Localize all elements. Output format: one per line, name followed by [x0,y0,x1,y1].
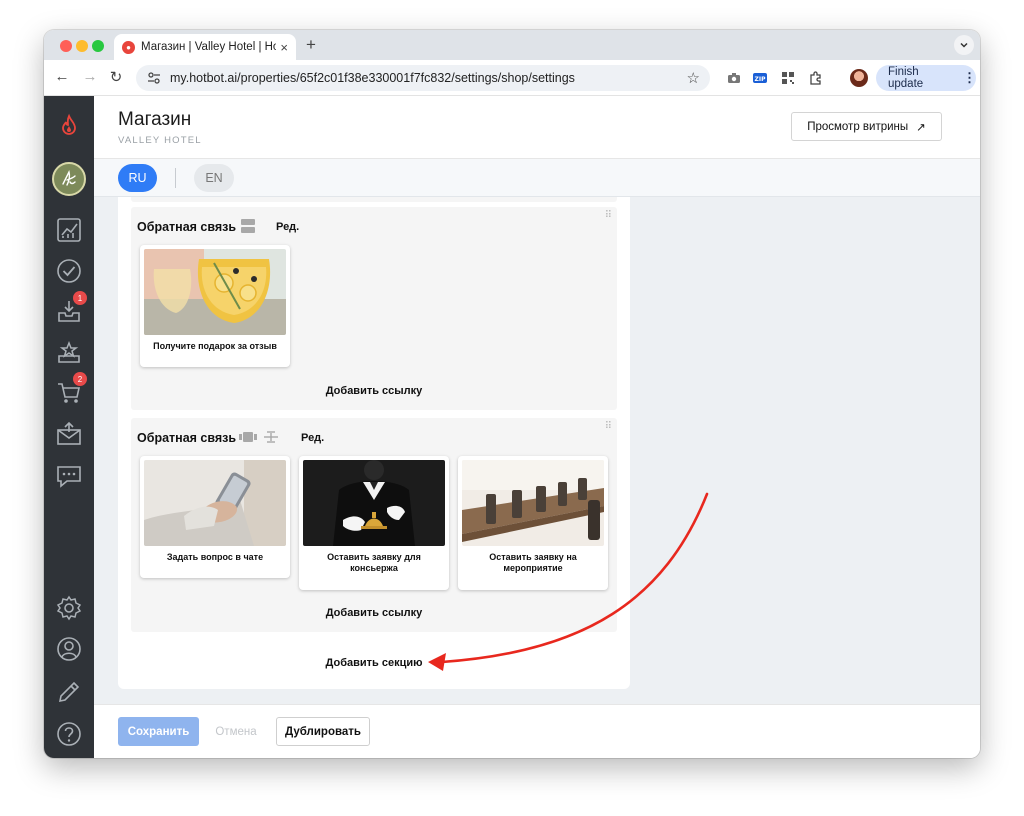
url-text: my.hotbot.ai/properties/65f2c01f38e33000… [170,71,575,85]
zip-extension-icon[interactable]: ZIP [752,70,768,86]
footer-bar: Сохранить Отмена Дублировать [94,704,980,758]
layout-carousel-icon[interactable] [239,429,257,445]
link-card[interactable]: Получите подарок за отзыв [140,245,290,367]
page-title: Магазин [118,109,192,130]
previous-section-edge [131,197,617,202]
qr-code-icon[interactable] [780,70,796,86]
hotbot-favicon-icon: ● [122,40,135,54]
link-card[interactable]: Оставить заявку на мероприятие [458,456,608,590]
profile-avatar[interactable] [850,69,868,87]
section-title: Обратная связь [137,431,237,445]
main-area: Магазин VALLEY HOTEL Просмотр витрины ↗ … [94,96,980,758]
analytics-chart-icon[interactable] [55,216,83,244]
browser-toolbar: ← → ↻ my.hotbot.ai/properties/65f2c01f38… [44,60,980,96]
inbox-badge: 1 [73,291,87,305]
reload-icon[interactable]: ↻ [106,68,126,86]
shop-editor: ⠿ Обратная связь Ред. Получите подарок з… [118,197,630,689]
card-label: Получите подарок за отзыв [153,341,277,351]
camera-icon[interactable] [726,70,742,86]
browser-window: ● Магазин | Valley Hotel | Hotbot × + ← … [44,30,980,758]
tab-title: Магазин | Valley Hotel | Hotbot [141,41,277,53]
app: 1 2 Магазин VALLEY HOTEL Просмотр витрин… [44,96,980,758]
add-link-button[interactable]: Добавить ссылку [131,607,617,619]
language-tab-en[interactable]: EN [194,164,234,192]
settings-gear-icon[interactable] [55,594,83,622]
browser-tab[interactable]: ● Магазин | Valley Hotel | Hotbot × [114,34,296,60]
tasks-check-icon[interactable] [55,257,83,285]
sidebar-item-shop[interactable]: 2 [44,372,94,412]
link-card[interactable]: Задать вопрос в чате [140,456,290,578]
pencil-edit-icon[interactable] [55,678,83,706]
back-arrow-icon[interactable]: ← [52,68,72,85]
section-edit-button[interactable]: Ред. [276,221,299,233]
close-window-button[interactable] [60,40,72,52]
minimize-window-button[interactable] [76,40,88,52]
cancel-button[interactable]: Отмена [206,717,266,746]
link-card[interactable]: Оставить заявку для консьержа [299,456,449,590]
extensions-puzzle-icon[interactable] [808,70,824,86]
cart-badge: 2 [73,372,87,386]
card-label: Задать вопрос в чате [166,552,264,562]
new-tab-button[interactable]: + [306,35,316,55]
drag-handle-icon[interactable]: ⠿ [605,211,612,221]
add-section-button[interactable]: Добавить секцию [118,657,630,669]
mail-send-icon[interactable] [55,420,83,448]
help-question-icon[interactable] [55,720,83,748]
card-label: Оставить заявку для консьержа [327,552,421,573]
flame-logo-icon[interactable] [55,112,83,140]
section-feedback-1: ⠿ Обратная связь Ред. Получите подарок з… [131,207,617,410]
phone-chat-image [144,460,286,546]
site-settings-icon[interactable] [146,70,162,86]
add-link-button[interactable]: Добавить ссылку [131,385,617,397]
signature-icon [62,169,76,186]
language-bar: RU EN [94,159,980,197]
preview-label: Просмотр витрины [807,120,909,133]
section-feedback-2: ⠿ Обратная связь Ред. Задать вопрос в ча… [131,418,617,632]
external-link-icon: ↗ [916,121,926,134]
language-tab-ru[interactable]: RU [118,164,157,192]
tab-search-button[interactable] [954,35,974,55]
language-divider [175,168,176,188]
card-label: Оставить заявку на мероприятие [489,552,577,573]
preview-storefront-button[interactable]: Просмотр витрины ↗ [791,112,942,141]
conference-room-image [462,460,604,546]
layout-rows-icon[interactable] [240,218,256,234]
zip-label: ZIP [755,76,767,83]
finish-update-button[interactable]: Finish update ⋮ [876,65,976,91]
user-profile-icon[interactable] [55,635,83,663]
save-button[interactable]: Сохранить [118,717,199,746]
maximize-window-button[interactable] [92,40,104,52]
more-menu-icon: ⋮ [963,70,976,85]
tab-close-icon[interactable]: × [280,40,288,55]
page-subtitle: VALLEY HOTEL [118,135,202,146]
page-header: Магазин VALLEY HOTEL Просмотр витрины ↗ [94,96,980,159]
chat-bubble-icon[interactable] [55,462,83,490]
reviews-star-icon[interactable] [55,338,83,366]
layout-divider-icon[interactable] [263,429,279,445]
concierge-image [303,460,445,546]
section-title: Обратная связь [137,220,237,234]
tab-strip: ● Магазин | Valley Hotel | Hotbot × + [44,30,980,60]
sidebar-item-inbox[interactable]: 1 [44,291,94,331]
drinks-image [144,249,286,335]
property-avatar[interactable] [52,162,86,196]
duplicate-button[interactable]: Дублировать [276,717,370,746]
finish-update-label: Finish update [888,66,924,90]
address-bar[interactable]: my.hotbot.ai/properties/65f2c01f38e33000… [136,65,710,91]
drag-handle-icon[interactable]: ⠿ [605,422,612,432]
sidebar: 1 2 [44,96,94,758]
section-edit-button[interactable]: Ред. [301,432,324,444]
chevron-down-icon [960,42,968,48]
bookmark-star-icon[interactable]: ☆ [687,69,700,87]
forward-arrow-icon[interactable]: → [80,68,100,85]
